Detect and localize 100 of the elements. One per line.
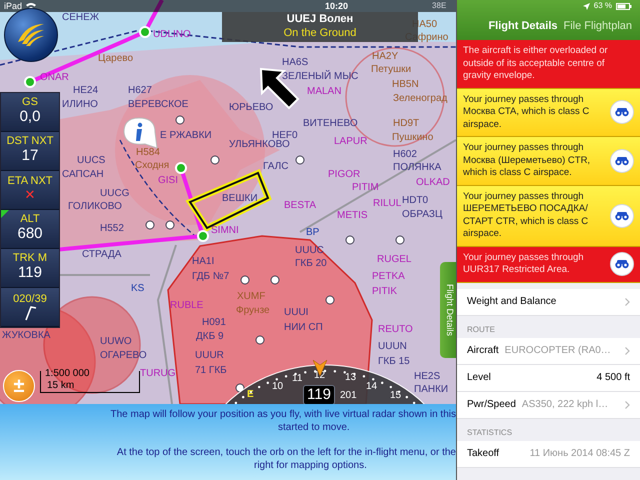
instrument-label: GS: [22, 97, 38, 108]
map-label: UUUI: [284, 308, 308, 318]
waypoint-marker[interactable]: [139, 26, 151, 38]
section-header: ROUTE: [467, 326, 495, 334]
map-label: H602: [393, 150, 417, 160]
details-row[interactable]: Pwr/Speed AS350, 222 kph l…: [457, 392, 640, 418]
map-label: ПАНКИ: [414, 385, 448, 395]
waypoint-marker[interactable]: [175, 162, 187, 174]
map-label: PITIM: [352, 183, 379, 193]
binoculars-icon: [615, 156, 629, 166]
heading-pointer-icon: [313, 360, 327, 376]
map-label: H091: [202, 318, 226, 328]
map-label: UUWO: [100, 337, 132, 347]
map-label: METIS: [337, 211, 368, 221]
heliport-marker: [146, 220, 154, 230]
map-label: PITIK: [372, 287, 398, 297]
hint-paragraph: The map will follow your position as you fly, with live virtual radar shown in this started to move.: [109, 408, 456, 434]
instrument-panel[interactable]: GS 0,0: [1, 93, 59, 132]
compass-mark: E: [247, 390, 254, 400]
instrument-panel[interactable]: TRK M 119: [1, 249, 59, 288]
binoculars-icon: [615, 107, 629, 118]
alert-text: The aircraft is either overloaded or outside of its acceptable centre of gravity envelope.: [463, 45, 609, 82]
battery-percent: 63 %: [594, 2, 612, 10]
heading-readout: 119: [303, 385, 335, 404]
map-label: Царево: [98, 54, 134, 64]
map-label: HA2Y: [372, 52, 398, 62]
corner-flag-icon: [1, 210, 9, 218]
details-row[interactable]: Weight and Balance: [457, 288, 640, 316]
map-label: SIMNI: [211, 226, 239, 236]
map-label: GISI: [158, 176, 178, 186]
scale-distance: 15 km: [47, 381, 74, 391]
waypoint-marker[interactable]: [197, 230, 209, 242]
map-label: HA6S: [282, 58, 308, 68]
chevron-icon: [625, 298, 630, 306]
map-label: ОГАРЕВО: [100, 351, 147, 361]
details-row[interactable]: Aircraft EUROCOPTER (RA0…: [457, 338, 640, 364]
instrument-value: 119: [18, 264, 42, 283]
map-label: OLKAD: [416, 178, 450, 188]
map-label: Фрунзе: [236, 306, 270, 316]
map-label: НИИ СП: [284, 323, 323, 333]
scale-ratio: 1:500 000: [45, 369, 90, 379]
map-label: ОБРАЗЦ: [402, 210, 442, 220]
clock-time: 10:20: [325, 2, 348, 10]
locate-button[interactable]: [610, 252, 634, 276]
wings-logo-icon: [16, 22, 46, 48]
device-name: iPad: [4, 2, 22, 10]
locate-button[interactable]: [610, 100, 634, 124]
row-label: Weight and Balance: [467, 295, 556, 309]
map-label: ПОЛЯНКА: [393, 163, 442, 173]
map-label: СТРАДА: [82, 250, 122, 260]
heliport-marker: [346, 236, 354, 244]
heliport-marker: [176, 116, 184, 124]
map-label: ИЛИНО: [62, 100, 98, 110]
grid-label: 38E: [432, 2, 446, 10]
map-label: TURUG: [140, 369, 176, 379]
locate-button[interactable]: [610, 148, 634, 173]
info-bubble-icon[interactable]: [121, 116, 159, 150]
instrument-label: ETA NXT: [7, 176, 53, 188]
map-label: BESTA: [284, 201, 316, 211]
map-label: ONAR: [40, 73, 69, 83]
map-label: RUBLE: [170, 301, 204, 311]
instrument-label: 020/39: [13, 294, 47, 304]
map-label: Е РЖАВКИ: [160, 131, 212, 141]
heliport-marker: [240, 276, 250, 284]
waypoint-marker[interactable]: [24, 76, 36, 88]
instrument-label: ALT: [20, 214, 40, 226]
location-arrow-icon: [582, 2, 590, 10]
flight-status: On the Ground: [284, 27, 356, 41]
map-label: Зеленоград: [393, 94, 448, 104]
row-label: Takeoff: [467, 447, 500, 461]
row-value: AS350, 222 kph l…: [522, 398, 610, 412]
map-label: HE2S: [414, 372, 440, 382]
map-label: RUGEL: [377, 255, 412, 265]
map-label: UUCG: [100, 189, 130, 199]
compass-mark: 11: [292, 374, 302, 384]
map-label: H627: [128, 86, 152, 96]
row-value: EUROCOPTER (RA0…: [504, 344, 612, 358]
map-label: Сходня: [135, 161, 170, 171]
instrument-label: DST NXT: [6, 136, 54, 148]
map-label: H552: [100, 224, 124, 234]
instrument-panel[interactable]: 020/39: [1, 288, 59, 327]
map-label: HB5N: [392, 80, 419, 90]
instrument-value: ✕: [24, 187, 36, 204]
heliport-marker: [210, 156, 220, 164]
heliport-marker: [396, 236, 404, 244]
map-label: Пушкино: [392, 133, 434, 143]
heliport-marker: [326, 296, 334, 304]
map-label: UUUR: [195, 351, 224, 361]
instrument-panel[interactable]: ETA NXT ✕: [1, 171, 59, 210]
locate-button[interactable]: [610, 204, 634, 228]
map-label: ВЕРЕВСКОЕ: [128, 100, 188, 110]
map-label: RILUL: [373, 199, 402, 209]
chevron-icon: [625, 346, 630, 354]
heliport-marker: [166, 220, 174, 230]
map-label: UUCS: [77, 156, 106, 166]
instrument-value: 680: [17, 225, 43, 244]
instrument-panel[interactable]: DST NXT 17: [1, 132, 59, 171]
instrument-panel[interactable]: ALT 680: [1, 210, 59, 249]
instrument-label: TRK M: [12, 253, 48, 264]
header-tab[interactable]: Flight Details: [488, 20, 558, 32]
